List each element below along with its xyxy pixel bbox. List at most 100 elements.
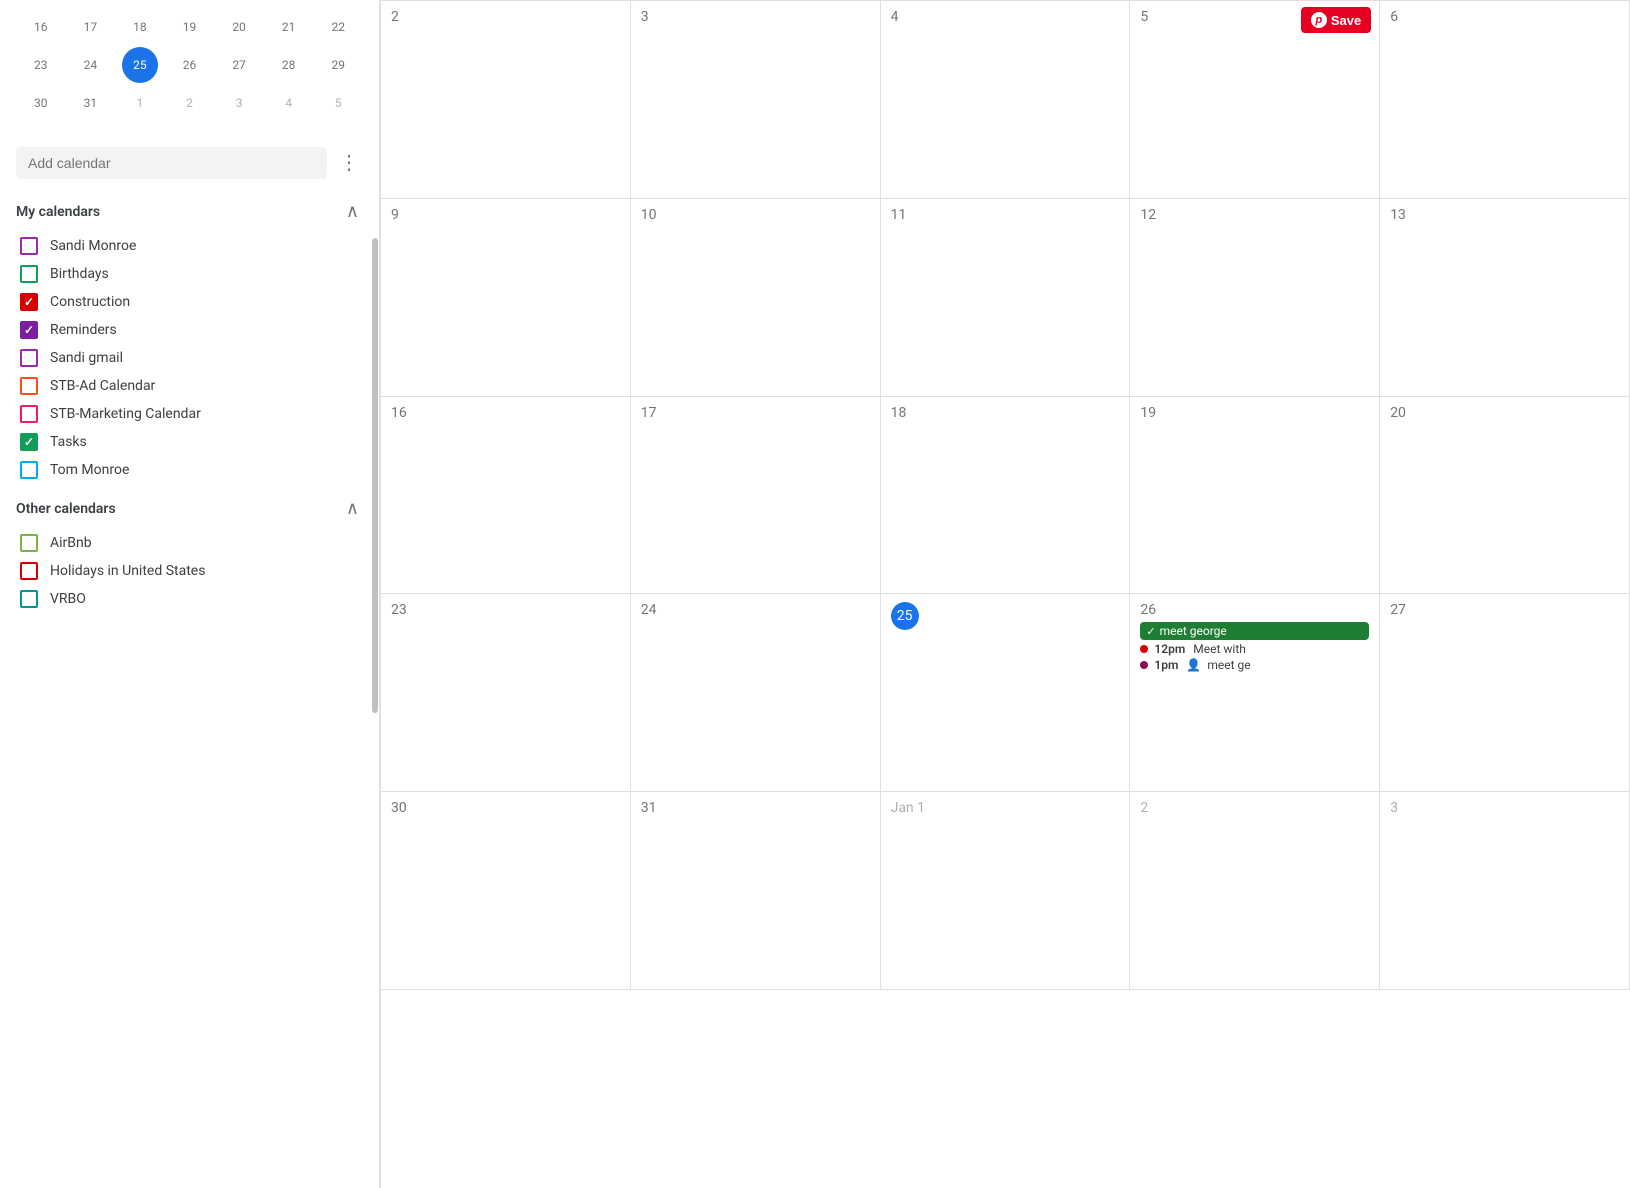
calendar-cell[interactable]: 3 — [631, 1, 881, 199]
calendar-cell[interactable]: 23 — [381, 594, 631, 792]
calendar-item[interactable]: Birthdays — [16, 260, 363, 288]
cell-date-number: 26 — [1140, 602, 1156, 618]
calendar-item-label: VRBO — [50, 591, 86, 607]
calendar-checkbox[interactable] — [20, 377, 38, 395]
calendar-checkbox[interactable] — [20, 349, 38, 367]
calendar-cell[interactable]: 9 — [381, 199, 631, 397]
calendar-checkbox[interactable] — [20, 562, 38, 580]
calendar-item[interactable]: ✓Tasks — [16, 428, 363, 456]
cell-date-number: 16 — [391, 405, 407, 421]
calendar-cell[interactable]: 11 — [881, 199, 1131, 397]
calendar-cell[interactable]: 24 — [631, 594, 881, 792]
event-chip[interactable]: meet george — [1140, 622, 1369, 640]
calendar-item[interactable]: VRBO — [16, 585, 363, 613]
other-calendars-list: AirBnb Holidays in United States VRBO — [16, 529, 363, 613]
scrollbar[interactable] — [371, 0, 379, 1188]
mini-cal-day[interactable]: 23 — [23, 47, 59, 83]
calendar-item[interactable]: ✓Reminders — [16, 316, 363, 344]
mini-cal-day[interactable]: 5 — [320, 85, 356, 121]
mini-cal-day[interactable]: 30 — [23, 85, 59, 121]
cell-date-number: 12 — [1140, 207, 1156, 223]
calendar-checkbox[interactable] — [20, 237, 38, 255]
mini-cal-day[interactable]: 2 — [171, 85, 207, 121]
event-dot-row[interactable]: 1pm👤meet ge — [1140, 658, 1369, 672]
mini-cal-day[interactable]: 19 — [171, 9, 207, 45]
mini-cal-day[interactable]: 24 — [72, 47, 108, 83]
calendar-checkbox[interactable] — [20, 590, 38, 608]
calendar-cell[interactable]: 27 — [1380, 594, 1630, 792]
mini-cal-day[interactable]: 29 — [320, 47, 356, 83]
calendar-cell[interactable]: 16 — [381, 397, 631, 595]
calendar-cell[interactable]: 4 — [881, 1, 1131, 199]
mini-cal-day[interactable]: 3 — [221, 85, 257, 121]
calendar-item[interactable]: Sandi gmail — [16, 344, 363, 372]
pinterest-save-label: Save — [1331, 13, 1361, 28]
other-calendars-collapse-button[interactable]: ∧ — [342, 496, 363, 521]
mini-cal-day[interactable]: 1 — [122, 85, 158, 121]
calendar-cell[interactable]: 19 — [1130, 397, 1380, 595]
calendar-cell[interactable]: Jan 1 — [881, 792, 1131, 990]
calendar-checkbox[interactable] — [20, 461, 38, 479]
mini-cal-day[interactable]: 4 — [271, 85, 307, 121]
more-options-button[interactable]: ⋮ — [335, 146, 363, 179]
checkmark-icon: ✓ — [24, 323, 34, 337]
mini-cal-day[interactable]: 27 — [221, 47, 257, 83]
calendar-cell[interactable]: 10 — [631, 199, 881, 397]
event-dot — [1140, 645, 1148, 653]
cell-date-number: Jan 1 — [891, 800, 925, 816]
calendar-item-label: Birthdays — [50, 266, 109, 282]
calendar-item[interactable]: STB-Marketing Calendar — [16, 400, 363, 428]
mini-cal-day[interactable]: 18 — [122, 9, 158, 45]
mini-cal-day[interactable]: 16 — [23, 9, 59, 45]
other-calendars-title: Other calendars — [16, 501, 116, 517]
calendar-item-label: Construction — [50, 294, 130, 310]
calendar-checkbox[interactable]: ✓ — [20, 321, 38, 339]
mini-cal-day[interactable]: 28 — [271, 47, 307, 83]
mini-cal-day[interactable]: 20 — [221, 9, 257, 45]
scrollbar-thumb — [372, 238, 378, 713]
pinterest-save-button[interactable]: p Save — [1301, 7, 1371, 33]
mini-cal-day[interactable]: 17 — [72, 9, 108, 45]
calendar-cell[interactable]: 31 — [631, 792, 881, 990]
calendar-cell[interactable]: 6 — [1380, 1, 1630, 199]
calendar-item[interactable]: Sandi Monroe — [16, 232, 363, 260]
calendar-cell[interactable]: 18 — [881, 397, 1131, 595]
calendar-cell[interactable]: 2 — [1130, 792, 1380, 990]
calendar-cell[interactable]: 5pSave — [1130, 1, 1380, 199]
mini-cal-day[interactable]: 21 — [271, 9, 307, 45]
calendar-cell[interactable]: 25 — [881, 594, 1131, 792]
calendar-checkbox[interactable] — [20, 265, 38, 283]
calendar-checkbox[interactable]: ✓ — [20, 293, 38, 311]
calendar-checkbox[interactable]: ✓ — [20, 433, 38, 451]
mini-cal-day[interactable]: 26 — [171, 47, 207, 83]
calendar-cell[interactable]: 20 — [1380, 397, 1630, 595]
cell-date-number: 27 — [1390, 602, 1406, 618]
calendar-checkbox[interactable] — [20, 534, 38, 552]
calendar-item[interactable]: Holidays in United States — [16, 557, 363, 585]
event-dot-row[interactable]: 12pmMeet with — [1140, 642, 1369, 656]
mini-cal-day[interactable]: 22 — [320, 9, 356, 45]
mini-cal-day[interactable]: 31 — [72, 85, 108, 121]
calendar-cell[interactable]: 13 — [1380, 199, 1630, 397]
event-title: meet ge — [1207, 658, 1250, 672]
calendar-item[interactable]: STB-Ad Calendar — [16, 372, 363, 400]
calendar-item[interactable]: ✓ Construction — [16, 288, 363, 316]
calendar-item-label: Holidays in United States — [50, 563, 205, 579]
cell-date-number: 17 — [641, 405, 657, 421]
cell-date-number: 23 — [391, 602, 407, 618]
calendar-cell[interactable]: 26 meet george 12pmMeet with 1pm👤meet ge — [1130, 594, 1380, 792]
mini-cal-day[interactable]: 25 — [122, 47, 158, 83]
calendar-cell[interactable]: 12 — [1130, 199, 1380, 397]
calendar-checkbox[interactable] — [20, 405, 38, 423]
calendar-grid: 2345pSave6910111213161718192023242526mee… — [380, 0, 1630, 1188]
calendar-cell[interactable]: 3 — [1380, 792, 1630, 990]
pinterest-icon: p — [1311, 12, 1327, 28]
calendar-item[interactable]: Tom Monroe — [16, 456, 363, 484]
my-calendars-collapse-button[interactable]: ∧ — [342, 199, 363, 224]
calendar-item[interactable]: AirBnb — [16, 529, 363, 557]
add-calendar-input[interactable] — [16, 147, 327, 179]
cell-date-number: 3 — [641, 9, 649, 25]
calendar-cell[interactable]: 2 — [381, 1, 631, 199]
calendar-cell[interactable]: 17 — [631, 397, 881, 595]
calendar-cell[interactable]: 30 — [381, 792, 631, 990]
